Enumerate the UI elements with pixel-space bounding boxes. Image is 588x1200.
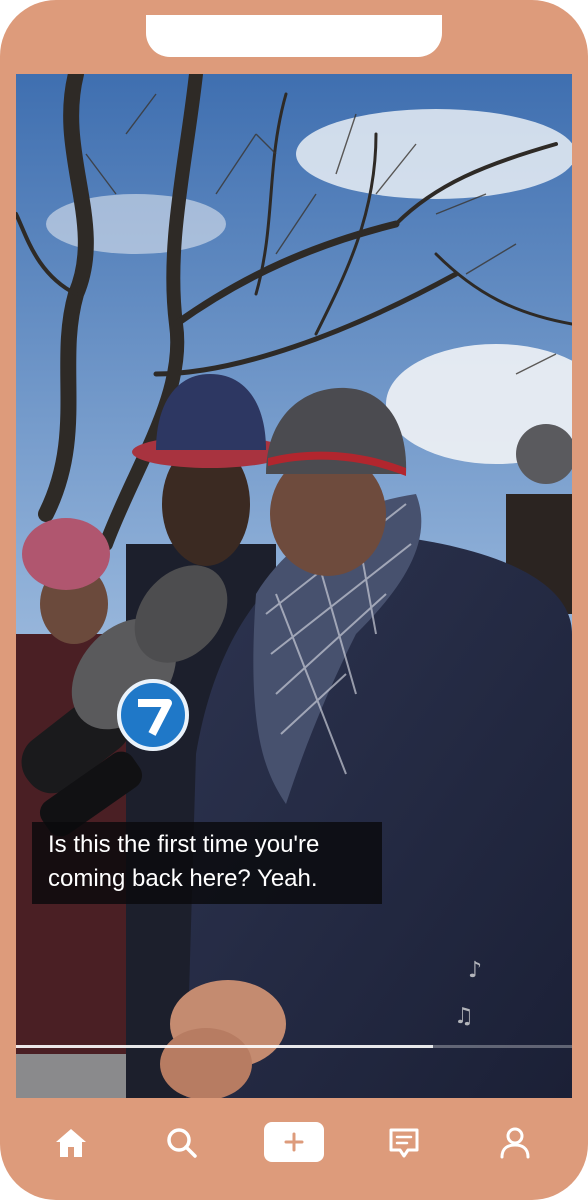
inbox-icon	[389, 1128, 419, 1158]
video-frame	[16, 74, 572, 1098]
music-note-icon: ♪	[468, 958, 483, 983]
caption-line-1: Is this the first time you're	[48, 831, 320, 858]
nav-create-button[interactable]	[264, 1122, 324, 1162]
search-icon	[167, 1128, 197, 1158]
plus-icon	[284, 1132, 304, 1152]
caption-line-2: coming back here? Yeah.	[48, 865, 318, 892]
phone-notch	[146, 15, 442, 57]
bottom-nav	[0, 1098, 588, 1188]
nav-inbox[interactable]	[379, 1118, 429, 1168]
profile-icon	[500, 1127, 530, 1159]
nav-search[interactable]	[157, 1118, 207, 1168]
abc7-logo	[117, 679, 189, 751]
phone-frame: Is this the first time you're coming bac…	[0, 0, 588, 1200]
video-player[interactable]: Is this the first time you're coming bac…	[16, 74, 572, 1098]
music-note-icon: ♫	[454, 1004, 474, 1029]
video-progress-fill	[16, 1045, 433, 1048]
home-icon	[56, 1129, 86, 1157]
video-progress-bar[interactable]	[16, 1045, 572, 1048]
video-caption: Is this the first time you're coming bac…	[32, 822, 382, 904]
nav-profile[interactable]	[490, 1118, 540, 1168]
nav-home[interactable]	[46, 1118, 96, 1168]
